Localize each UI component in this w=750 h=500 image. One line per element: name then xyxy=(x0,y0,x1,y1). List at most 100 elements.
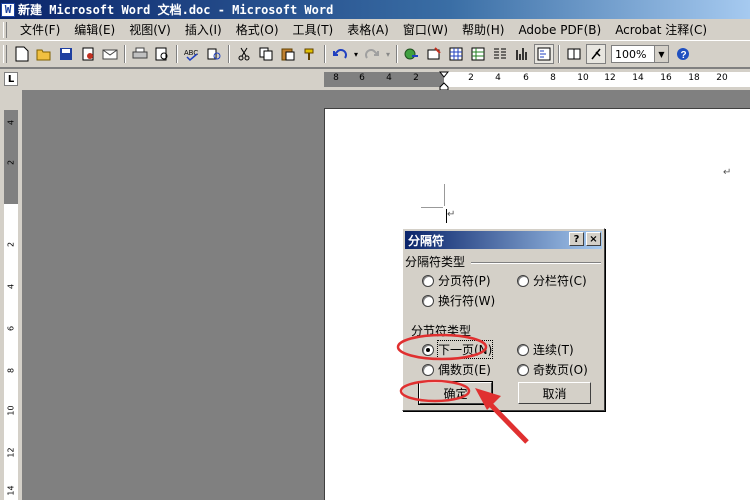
ruler-tick-label: 14 xyxy=(6,485,16,496)
ruler-tick-label: 18 xyxy=(688,73,700,83)
undo-dropdown-icon[interactable]: ▾ xyxy=(352,44,360,64)
ruler-tick-label: 12 xyxy=(6,447,16,458)
radio-circle[interactable] xyxy=(422,363,434,376)
section-types-group-label: 分节符类型 xyxy=(411,324,472,338)
continuous-option[interactable]: 连续(T) xyxy=(517,341,574,358)
save-icon[interactable] xyxy=(56,44,76,64)
radio-circle[interactable] xyxy=(517,363,529,376)
show-hide-icon[interactable] xyxy=(586,44,606,64)
dialog-close-button[interactable]: × xyxy=(586,232,601,246)
document-area: ↵ ↵ xyxy=(22,90,750,500)
column-break-option[interactable]: 分栏符(C) xyxy=(517,272,587,289)
baidu-watermark: Bai du 经验 jingyan.baidu.com xyxy=(601,454,740,496)
menu-acrobat-comments[interactable]: Acrobat 注释(C) xyxy=(608,21,714,38)
dialog-title: 分隔符 xyxy=(408,233,445,248)
help-icon[interactable]: ? xyxy=(673,44,693,64)
ruler-tick-label: 8 xyxy=(550,73,556,83)
next-page-option[interactable]: 下一页(N) xyxy=(422,340,494,359)
window-title: 新建 Microsoft Word 文档.doc - Microsoft Wor… xyxy=(18,3,334,17)
menu-file[interactable]: 文件(F) xyxy=(13,21,67,38)
even-page-option[interactable]: 偶数页(E) xyxy=(422,361,491,378)
ruler-tick-label: 4 xyxy=(386,73,392,83)
menu-help[interactable]: 帮助(H) xyxy=(455,21,511,38)
group-divider xyxy=(471,262,601,264)
menu-format[interactable]: 格式(O) xyxy=(229,21,286,38)
toolbar-separator xyxy=(176,45,178,63)
toolbar-grip[interactable] xyxy=(3,45,7,63)
ruler-tick-label: 6 xyxy=(359,73,365,83)
text-wrapping-break-label: 换行符(W) xyxy=(438,294,496,308)
vertical-ruler-bar: 4 2 2 4 6 8 10 12 14 xyxy=(0,90,22,500)
menu-table[interactable]: 表格(A) xyxy=(340,21,396,38)
word-app-icon[interactable]: W xyxy=(1,2,15,17)
ruler-tick-label: 2 xyxy=(468,73,474,83)
permission-icon[interactable] xyxy=(78,44,98,64)
menubar-grip[interactable] xyxy=(3,21,7,38)
radio-circle[interactable] xyxy=(422,294,434,307)
email-icon[interactable] xyxy=(100,44,120,64)
dialog-help-button[interactable]: ? xyxy=(569,232,584,246)
chevron-down-icon[interactable]: ▼ xyxy=(654,46,668,62)
ruler-tick-label: 8 xyxy=(6,367,16,374)
insert-table-icon[interactable] xyxy=(446,44,466,64)
menu-tools[interactable]: 工具(T) xyxy=(286,21,341,38)
toolbar-separator xyxy=(228,45,230,63)
tables-borders-icon[interactable] xyxy=(424,44,444,64)
toolbar-separator xyxy=(396,45,398,63)
horizontal-ruler[interactable]: 8 6 4 2 2 4 6 8 10 12 14 16 18 20 xyxy=(324,72,750,87)
research-icon[interactable] xyxy=(204,44,224,64)
break-types-group-label: 分隔符类型 xyxy=(405,255,466,269)
zoom-value: 100% xyxy=(615,47,647,61)
menu-adobe-pdf[interactable]: Adobe PDF(B) xyxy=(511,23,608,37)
crop-mark xyxy=(421,207,443,208)
indent-marker-icon[interactable] xyxy=(439,71,449,91)
copy-icon[interactable] xyxy=(256,44,276,64)
radio-circle[interactable] xyxy=(517,343,529,356)
zoom-dropdown[interactable]: 100% ▼ xyxy=(611,45,669,63)
new-doc-icon[interactable] xyxy=(12,44,32,64)
open-icon[interactable] xyxy=(34,44,54,64)
cancel-button[interactable]: 取消 xyxy=(518,382,591,404)
hyperlink-icon[interactable] xyxy=(402,44,422,64)
spelling-icon[interactable]: ABC xyxy=(182,44,202,64)
undo-icon[interactable] xyxy=(330,44,350,64)
toolbar-separator xyxy=(558,45,560,63)
crop-mark xyxy=(444,184,445,206)
vertical-ruler[interactable]: 4 2 2 4 6 8 10 12 14 xyxy=(4,110,18,500)
ruler-left-margin xyxy=(324,72,444,87)
redo-dropdown-icon[interactable]: ▾ xyxy=(384,44,392,64)
reading-layout-icon[interactable] xyxy=(564,44,584,64)
menu-edit[interactable]: 编辑(E) xyxy=(67,21,122,38)
break-dialog: 分隔符 ? × 分隔符类型 分页符(P) 分栏符(C) 换行符(W) 分节符类型… xyxy=(402,228,605,411)
ok-button[interactable]: 确定 xyxy=(418,381,493,405)
menu-insert[interactable]: 插入(I) xyxy=(178,21,229,38)
menu-view[interactable]: 视图(V) xyxy=(122,21,178,38)
odd-page-option[interactable]: 奇数页(O) xyxy=(517,361,588,378)
tab-selector-button[interactable]: L xyxy=(4,72,18,86)
redo-icon[interactable] xyxy=(362,44,382,64)
drawing-icon[interactable] xyxy=(512,44,532,64)
ruler-tick-label: 10 xyxy=(577,73,589,83)
ruler-tick-label: 6 xyxy=(6,325,16,332)
radio-circle-selected[interactable] xyxy=(422,343,434,356)
radio-circle[interactable] xyxy=(422,274,434,287)
menu-bar: 文件(F) 编辑(E) 视图(V) 插入(I) 格式(O) 工具(T) 表格(A… xyxy=(0,19,750,41)
print-icon[interactable] xyxy=(130,44,150,64)
print-preview-icon[interactable] xyxy=(152,44,172,64)
ruler-tick-label: 14 xyxy=(632,73,644,83)
cut-icon[interactable] xyxy=(234,44,254,64)
document-map-icon[interactable] xyxy=(534,44,554,64)
svg-text:?: ? xyxy=(681,50,687,61)
title-bar: W 新建 Microsoft Word 文档.doc - Microsoft W… xyxy=(0,0,750,19)
radio-circle[interactable] xyxy=(517,274,529,287)
column-break-label: 分栏符(C) xyxy=(533,274,587,288)
insert-excel-icon[interactable] xyxy=(468,44,488,64)
menu-window[interactable]: 窗口(W) xyxy=(396,21,455,38)
page-break-option[interactable]: 分页符(P) xyxy=(422,272,491,289)
paste-icon[interactable] xyxy=(278,44,298,64)
toolbar-separator xyxy=(324,45,326,63)
ruler-tick-label: 20 xyxy=(716,73,728,83)
columns-icon[interactable] xyxy=(490,44,510,64)
format-painter-icon[interactable] xyxy=(300,44,320,64)
text-wrapping-break-option[interactable]: 换行符(W) xyxy=(422,292,495,309)
